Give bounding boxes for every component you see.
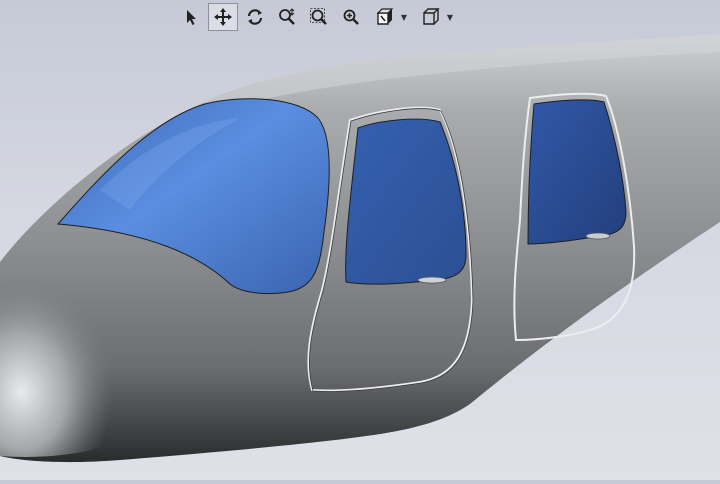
zoom-area-icon xyxy=(310,8,327,25)
select-tool-button[interactable] xyxy=(176,3,206,31)
view-toolbar: ▼ ▼ xyxy=(176,3,458,31)
zoom-icon xyxy=(279,8,295,25)
zoom-fit-icon xyxy=(343,9,359,25)
chevron-down-icon: ▼ xyxy=(446,13,453,22)
zoom-fit-button[interactable] xyxy=(336,3,366,31)
front-door-window xyxy=(345,118,467,285)
display-style-cube-icon xyxy=(423,8,440,25)
rotate-tool-button[interactable] xyxy=(240,3,270,31)
zoom-tool-button[interactable] xyxy=(272,3,302,31)
rear-door-handle xyxy=(585,232,611,240)
view-orientation-button[interactable]: ▼ xyxy=(368,3,412,31)
chevron-down-icon: ▼ xyxy=(400,13,407,22)
display-style-button[interactable]: ▼ xyxy=(414,3,458,31)
zoom-area-button[interactable] xyxy=(304,3,334,31)
cursor-arrow-icon xyxy=(187,10,196,25)
rotate-icon xyxy=(247,9,263,25)
view-orientation-icon xyxy=(376,8,394,25)
pan-tool-button[interactable] xyxy=(208,3,238,31)
front-door-handle xyxy=(417,276,447,284)
move-arrows-icon xyxy=(214,8,232,26)
fuselage-model[interactable] xyxy=(0,0,720,480)
3d-model-viewport[interactable] xyxy=(0,0,720,480)
